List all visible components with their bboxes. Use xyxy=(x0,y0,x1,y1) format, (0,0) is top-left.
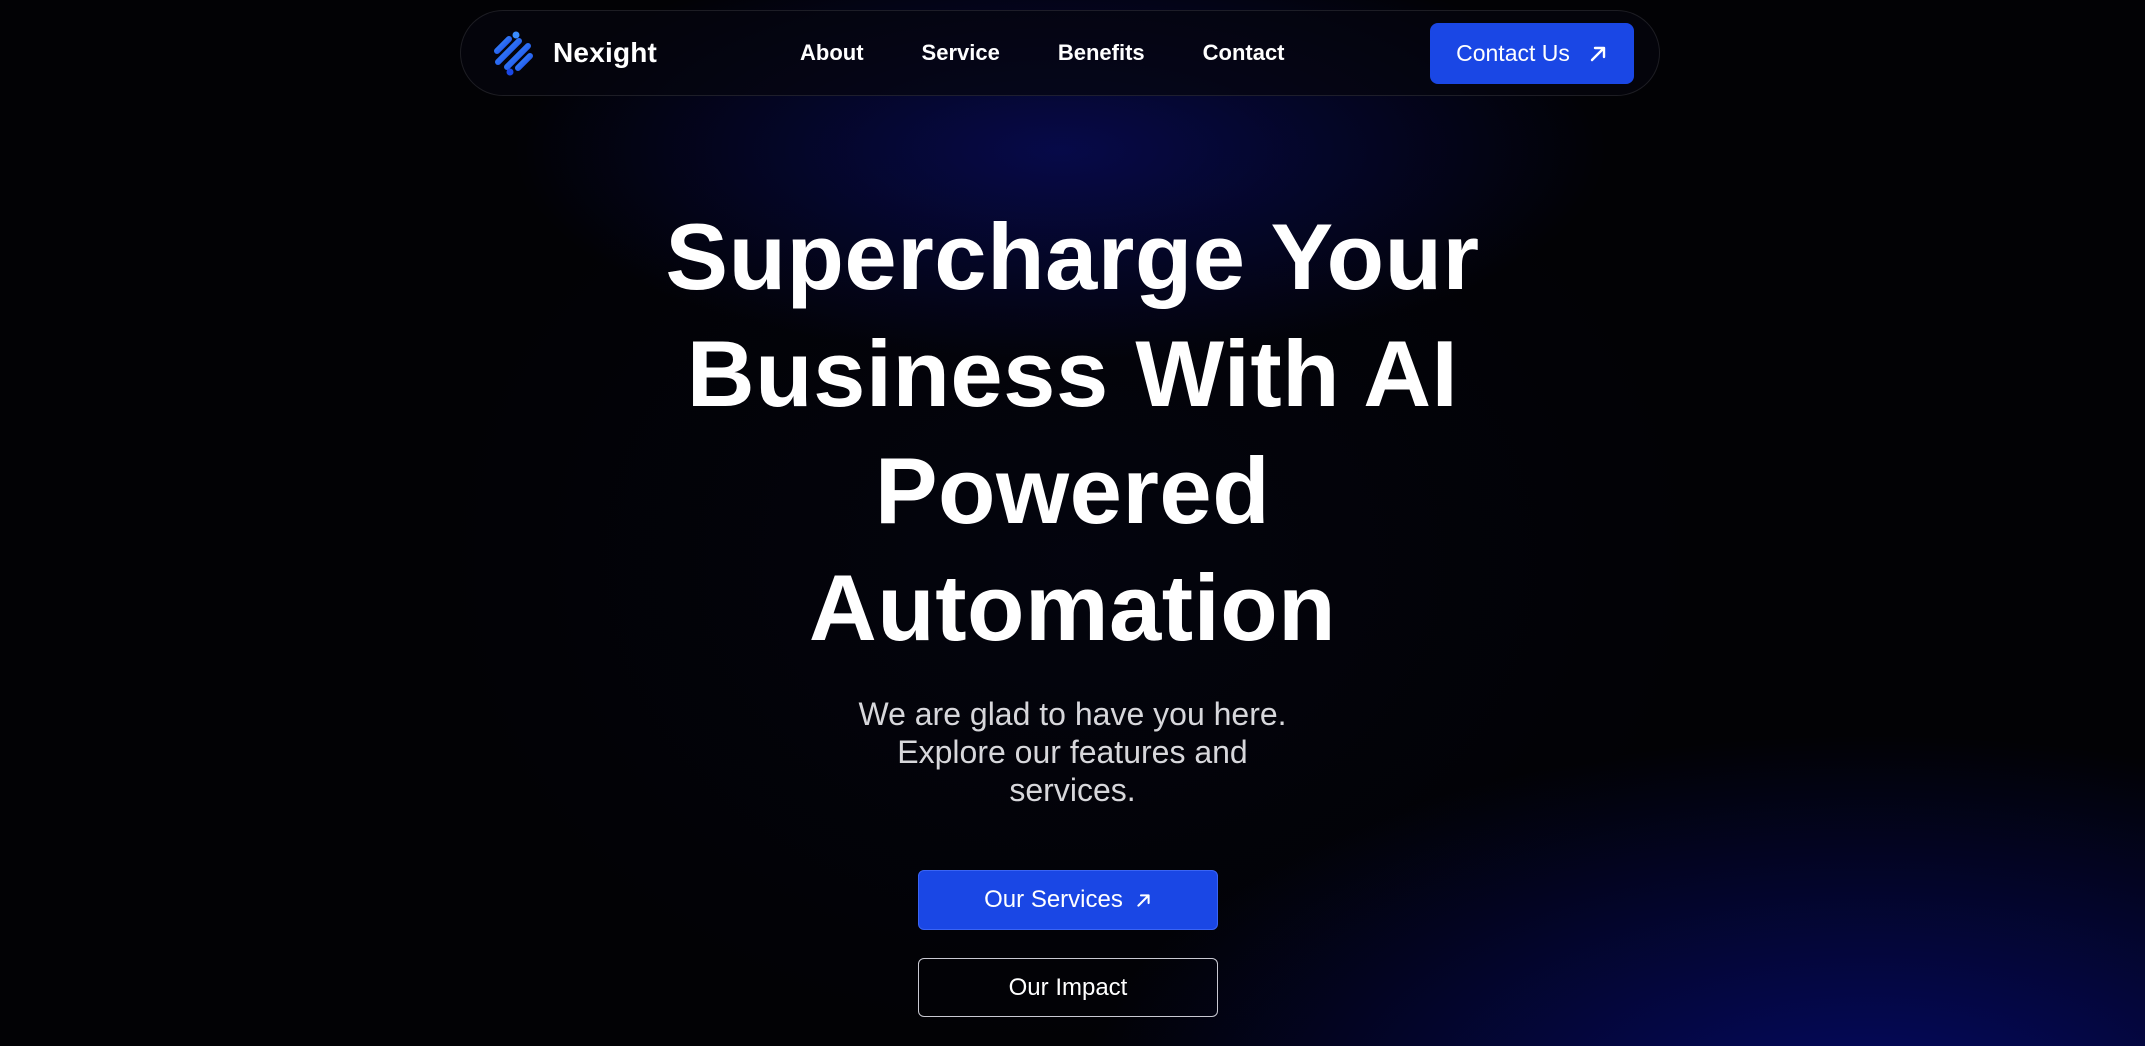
nav-link-service[interactable]: Service xyxy=(922,40,1000,66)
hero-subtitle-line: We are glad to have you here. xyxy=(858,696,1287,732)
hero-title-line: Powered xyxy=(874,438,1271,543)
nav-links: About Service Benefits Contact xyxy=(800,40,1285,66)
hero-subtitle: We are glad to have you here. Explore ou… xyxy=(0,695,2145,809)
nexight-logo-icon xyxy=(494,31,533,76)
hero-subtitle-line: services. xyxy=(1009,772,1136,808)
contact-us-button[interactable]: Contact Us xyxy=(1430,23,1634,84)
hero-subtitle-line: Explore our features and xyxy=(897,734,1248,770)
arrow-up-right-icon xyxy=(1137,893,1150,907)
our-impact-button[interactable]: Our Impact xyxy=(918,958,1218,1017)
our-impact-label: Our Impact xyxy=(1008,973,1128,1001)
landing-page: Nexight About Service Benefits Contact C… xyxy=(0,0,2145,1046)
nav-link-about[interactable]: About xyxy=(800,40,864,66)
hero-title-line: Supercharge Your xyxy=(665,204,1480,309)
top-navbar: Nexight About Service Benefits Contact C… xyxy=(460,10,1660,96)
brand[interactable]: Nexight xyxy=(489,29,657,77)
hero-title-line: Automation xyxy=(808,555,1337,660)
arrow-up-right-icon xyxy=(1590,46,1606,61)
contact-us-label: Contact Us xyxy=(1456,40,1570,66)
our-services-label: Our Services xyxy=(984,886,1123,913)
our-services-button[interactable]: Our Services xyxy=(918,870,1218,930)
nav-link-contact[interactable]: Contact xyxy=(1203,40,1285,66)
hero-title-line: Business With AI xyxy=(686,321,1459,426)
nav-link-benefits[interactable]: Benefits xyxy=(1058,40,1145,66)
hero-title: Supercharge Your Business With AI Powere… xyxy=(0,198,2145,666)
brand-name: Nexight xyxy=(553,37,658,68)
